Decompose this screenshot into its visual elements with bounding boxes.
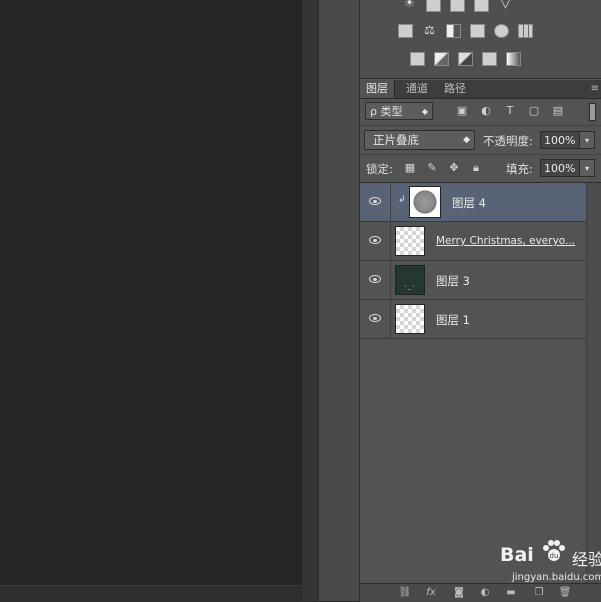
shape-filter-icon[interactable]: ▢	[528, 105, 540, 117]
adjustments-row-3	[410, 52, 521, 66]
color-lookup-icon[interactable]	[518, 24, 533, 38]
layer-name[interactable]: 图层 3	[436, 273, 470, 289]
layer-filter-row: ρ 类型 ◆ ▣ ◐ T ▢ ▤	[360, 99, 601, 126]
opacity-label: 不透明度:	[483, 134, 533, 148]
layer-row[interactable]: ↲ 图层 4	[360, 183, 586, 222]
canvas-status-bar	[0, 585, 302, 602]
fill-dropdown-button[interactable]: ▾	[579, 159, 595, 177]
visibility-toggle[interactable]	[360, 300, 391, 338]
tab-layers[interactable]: 图层	[360, 80, 395, 98]
layer-name[interactable]: 图层 1	[436, 312, 470, 328]
invert-icon[interactable]	[410, 52, 425, 66]
black-white-icon[interactable]	[446, 24, 461, 38]
layer-thumbnail[interactable]	[395, 304, 425, 334]
eye-icon	[369, 236, 381, 244]
adjustments-panel: ☀ ▽ ⚖	[360, 0, 601, 79]
adjustment-layer-icon[interactable]: ◐	[478, 586, 492, 599]
canvas-scroll-gutter[interactable]	[302, 0, 318, 601]
right-panel: ☀ ▽ ⚖ 图层 通道 路径 ≡ ρ 类型 ◆ ▣ ◐ T ▢ ▤ 正片叠底 ◆…	[359, 0, 601, 602]
blend-row: 正片叠底 ◆ 不透明度: 100% ▾	[360, 126, 601, 155]
eye-icon	[369, 275, 381, 283]
lock-transparent-icon[interactable]: ▦	[404, 162, 416, 174]
chevron-updown-icon: ◆	[421, 107, 428, 116]
adjustment-filter-icon[interactable]: ◐	[480, 105, 492, 117]
pixel-filter-icon[interactable]: ▣	[456, 105, 468, 117]
type-filter-icon[interactable]: T	[504, 105, 516, 117]
channel-mixer-icon[interactable]	[494, 24, 509, 38]
lock-position-move-icon[interactable]: ✥	[448, 162, 460, 174]
thumbnail-mark: -_-	[404, 282, 416, 290]
visibility-toggle[interactable]	[360, 183, 391, 221]
lock-all-padlock-icon[interactable]: 🔒︎	[470, 162, 482, 174]
hue-saturation-icon[interactable]	[398, 24, 413, 38]
filter-kind-label: ρ 类型	[370, 105, 403, 118]
visibility-toggle[interactable]	[360, 222, 391, 260]
tab-channels[interactable]: 通道	[400, 80, 434, 98]
fill-label: 填充:	[506, 162, 533, 176]
chevron-updown-icon: ◆	[463, 135, 470, 145]
lock-label: 锁定:	[366, 162, 393, 176]
layers-scrollbar[interactable]	[586, 183, 601, 583]
adjustments-row-2: ⚖	[398, 24, 533, 38]
layer-row[interactable]: Merry Christmas, everyo...	[360, 222, 586, 261]
fx-icon[interactable]: fx	[424, 586, 438, 599]
visibility-toggle[interactable]	[360, 261, 391, 299]
document-canvas[interactable]	[0, 0, 302, 601]
curves-icon[interactable]	[450, 0, 465, 12]
tab-paths[interactable]: 路径	[438, 80, 472, 98]
smart-object-filter-icon[interactable]: ▤	[552, 105, 564, 117]
layer-thumbnail[interactable]: -_-	[395, 265, 425, 295]
mask-icon[interactable]: ◙	[452, 586, 466, 599]
link-icon[interactable]: ⛓	[398, 586, 412, 599]
eye-icon	[369, 197, 381, 205]
levels-icon[interactable]	[426, 0, 441, 12]
lock-row: 锁定: ▦ ✎ ✥ 🔒︎ 填充: 100% ▾	[360, 155, 601, 183]
fill-input[interactable]: 100%	[540, 159, 580, 177]
layer-thumbnail[interactable]	[409, 186, 441, 218]
color-balance-icon[interactable]: ⚖	[422, 24, 437, 38]
layer-row[interactable]: 图层 1	[360, 300, 586, 339]
panel-menu-icon[interactable]: ≡	[591, 83, 599, 94]
filter-toggle-switch[interactable]	[589, 103, 596, 121]
filter-kind-select[interactable]: ρ 类型 ◆	[365, 102, 433, 120]
lock-pixels-brush-icon[interactable]: ✎	[426, 162, 438, 174]
layers-tab-bar: 图层 通道 路径 ≡	[360, 80, 601, 99]
gradient-map-icon[interactable]	[506, 52, 521, 66]
watermark-logo-text: Bai	[500, 544, 534, 566]
opacity-dropdown-button[interactable]: ▾	[579, 131, 595, 149]
opacity-input[interactable]: 100%	[540, 131, 580, 149]
exposure-icon[interactable]	[474, 0, 489, 12]
photo-filter-icon[interactable]	[470, 24, 485, 38]
vibrance-icon[interactable]: ▽	[498, 0, 513, 12]
threshold-icon[interactable]	[458, 52, 473, 66]
watermark-url: jingyan.baidu.com	[512, 572, 601, 583]
brightness-icon[interactable]: ☀	[402, 0, 417, 12]
svg-text:du: du	[550, 552, 559, 560]
layer-name[interactable]: Merry Christmas, everyo...	[436, 235, 575, 247]
clipping-arrow-icon: ↲	[398, 195, 406, 205]
layer-row[interactable]: -_- 图层 3	[360, 261, 586, 300]
blend-mode-select[interactable]: 正片叠底 ◆	[364, 130, 475, 150]
layer-name[interactable]: 图层 4	[452, 195, 486, 211]
eye-icon	[369, 314, 381, 322]
layer-thumbnail[interactable]	[395, 226, 425, 256]
watermark-cn-text: 经验	[572, 550, 601, 569]
paw-icon: du	[543, 540, 565, 561]
blend-mode-value: 正片叠底	[373, 133, 419, 147]
baidu-watermark: Bai du 经验 jingyan.baidu.com	[500, 534, 601, 594]
selective-color-icon[interactable]	[482, 52, 497, 66]
posterize-icon[interactable]	[434, 52, 449, 66]
layers-list: ↲ 图层 4 Merry Christmas, everyo... -_- 图层…	[360, 183, 586, 339]
panel-dock-strip	[318, 0, 359, 601]
adjustments-row-1: ☀ ▽	[402, 0, 513, 12]
